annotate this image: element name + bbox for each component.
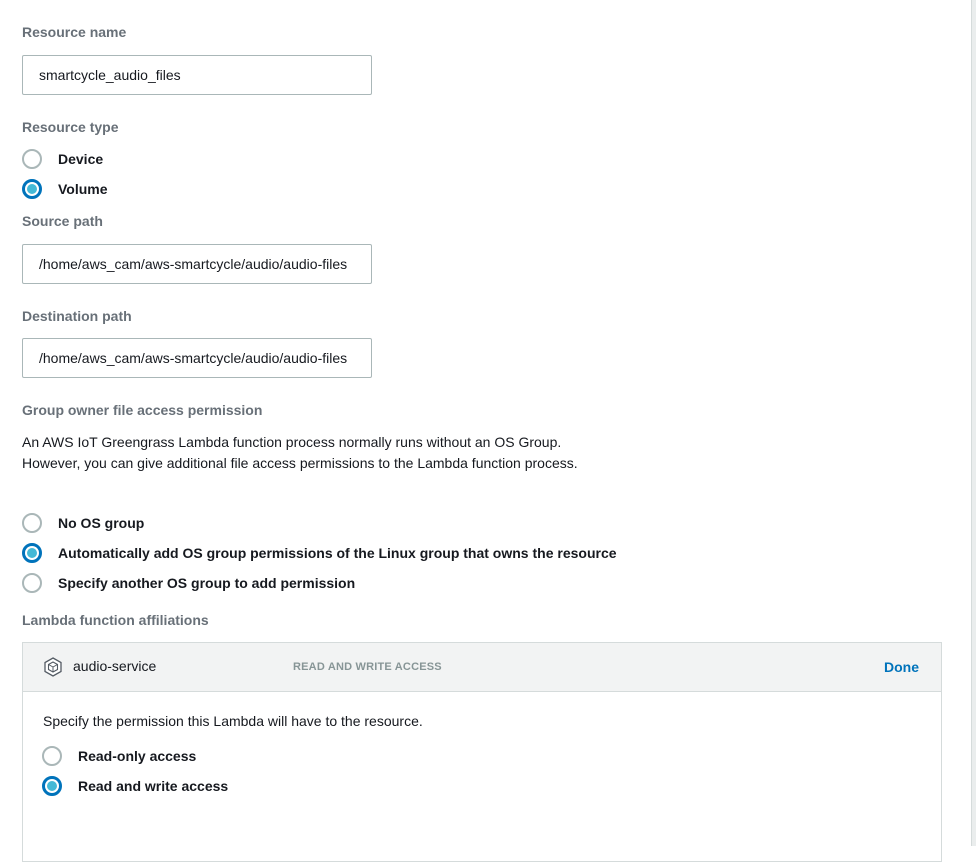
specify-another-label: Specify another OS group to add permissi… [58,575,356,591]
group-option-specify-another[interactable]: Specify another OS group to add permissi… [22,573,355,593]
scrollbar-track [971,0,976,846]
read-write-radio[interactable] [42,776,62,796]
read-only-label: Read-only access [78,748,197,764]
volume-radio-label: Volume [58,181,108,197]
no-os-group-radio[interactable] [22,513,42,533]
destination-path-label: Destination path [22,308,132,324]
group-owner-label: Group owner file access permission [22,402,263,418]
done-button[interactable]: Done [884,659,919,675]
auto-add-radio[interactable] [22,543,42,563]
read-write-label: Read and write access [78,778,229,794]
lambda-affiliation-panel: audio-service READ AND WRITE ACCESS Done… [22,642,942,862]
auto-add-label: Automatically add OS group permissions o… [58,545,617,561]
resource-type-label: Resource type [22,119,119,135]
access-badge: READ AND WRITE ACCESS [293,661,442,673]
group-option-auto-add[interactable]: Automatically add OS group permissions o… [22,543,617,563]
group-option-no-os-group[interactable]: No OS group [22,513,144,533]
device-radio[interactable] [22,149,42,169]
permission-option-read-write[interactable]: Read and write access [42,776,228,796]
volume-radio[interactable] [22,179,42,199]
group-owner-description: An AWS IoT Greengrass Lambda function pr… [22,434,578,471]
lambda-permission-description: Specify the permission this Lambda will … [43,713,423,729]
resource-name-input[interactable] [22,55,372,95]
resource-name-label: Resource name [22,24,127,40]
source-path-input[interactable] [22,244,372,284]
permission-option-read-only[interactable]: Read-only access [42,746,196,766]
resource-type-option-volume[interactable]: Volume [22,179,108,199]
lambda-function-name: audio-service [73,658,157,674]
lambda-affiliation-header: audio-service READ AND WRITE ACCESS Done [23,643,941,692]
lambda-affiliations-label: Lambda function affiliations [22,612,209,628]
read-only-radio[interactable] [42,746,62,766]
source-path-label: Source path [22,213,103,229]
lambda-function-icon [44,657,62,677]
resource-type-option-device[interactable]: Device [22,149,103,169]
destination-path-input[interactable] [22,338,372,378]
no-os-group-label: No OS group [58,515,145,531]
device-radio-label: Device [58,151,104,167]
specify-another-radio[interactable] [22,573,42,593]
